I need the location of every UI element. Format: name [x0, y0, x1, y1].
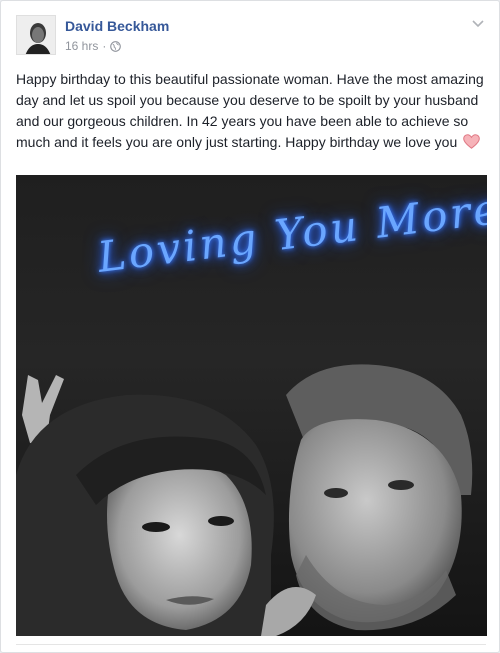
post-photo[interactable]: Loving You More — [16, 175, 487, 636]
post-message-text: Happy birthday to this beautiful passion… — [16, 71, 484, 150]
globe-icon[interactable] — [110, 40, 122, 52]
post-meta: 16 hrs · — [65, 39, 122, 53]
post-timestamp[interactable]: 16 hrs — [65, 39, 98, 53]
avatar-portrait-icon — [17, 16, 55, 54]
post-header: David Beckham 16 hrs · — [16, 15, 486, 57]
post-card: David Beckham 16 hrs · Happy birthday to… — [0, 0, 500, 653]
post-footer-divider — [16, 644, 486, 645]
chevron-down-icon[interactable] — [470, 17, 486, 29]
author-avatar[interactable] — [16, 15, 56, 55]
meta-separator: · — [102, 39, 107, 53]
post-message: Happy birthday to this beautiful passion… — [16, 69, 486, 153]
pink-heart-icon — [463, 134, 480, 149]
author-name[interactable]: David Beckham — [65, 18, 169, 34]
